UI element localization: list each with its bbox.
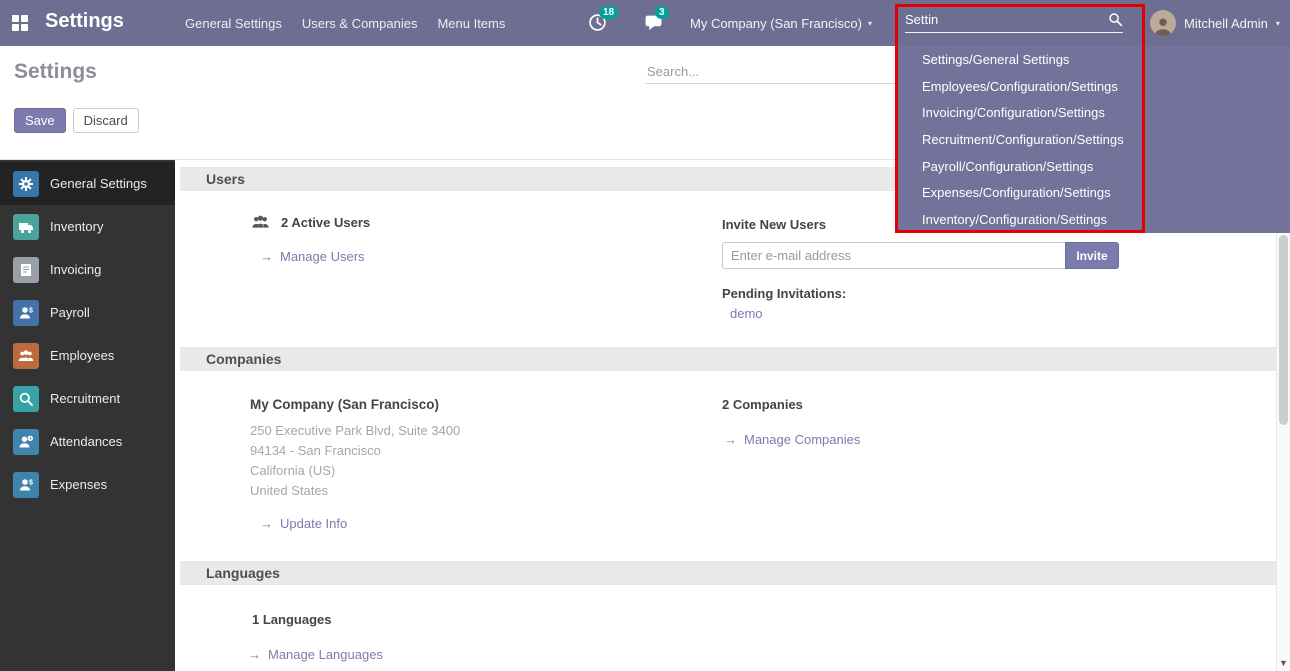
sidebar-item-label: Invoicing (50, 262, 101, 277)
attendance-person-clock-icon (13, 429, 39, 455)
settings-sidebar: General Settings Inventory Invoicing $ P… (0, 160, 175, 671)
sidebar-item-label: General Settings (50, 176, 147, 191)
sidebar-item-label: Employees (50, 348, 114, 363)
manage-users-label: Manage Users (280, 249, 365, 264)
nav-menu-users-companies[interactable]: Users & Companies (302, 16, 418, 31)
activity-count-badge: 18 (599, 6, 618, 19)
svg-text:$: $ (29, 479, 33, 486)
scroll-down-arrow[interactable]: ▼ (1277, 658, 1290, 668)
sidebar-item-label: Inventory (50, 219, 103, 234)
invite-row: Invite (722, 242, 1119, 269)
sidebar-item-invoicing[interactable]: Invoicing (0, 248, 175, 291)
company-address-line: United States (250, 481, 460, 501)
chevron-down-icon: ▾ (1276, 19, 1280, 28)
manage-companies-link[interactable]: → Manage Companies (724, 432, 860, 447)
save-button[interactable]: Save (14, 108, 66, 133)
search-icon[interactable] (1108, 12, 1123, 27)
sidebar-item-label: Attendances (50, 434, 122, 449)
search-result-item[interactable]: Inventory/Configuration/Settings (895, 206, 1290, 233)
chevron-down-icon: ▾ (868, 19, 872, 28)
search-result-item[interactable]: Recruitment/Configuration/Settings (895, 126, 1290, 153)
company-switcher-label: My Company (San Francisco) (690, 16, 862, 31)
manage-languages-label: Manage Languages (268, 647, 383, 662)
vertical-scrollbar[interactable]: ▼ (1276, 160, 1290, 671)
magnifier-icon (13, 386, 39, 412)
discard-button[interactable]: Discard (73, 108, 139, 133)
pending-invitations-label: Pending Invitations: (722, 286, 846, 301)
navbar-search (895, 0, 1145, 46)
navbar-menus: General Settings Users & Companies Menu … (185, 0, 505, 46)
avatar (1150, 10, 1176, 36)
manage-languages-link[interactable]: → Manage Languages (248, 647, 383, 662)
odoo-settings-page: Settings General Settings Users & Compan… (0, 0, 1290, 671)
sidebar-item-expenses[interactable]: $ Expenses (0, 463, 175, 506)
active-users-count: 2 Active Users (281, 215, 370, 230)
search-result-item[interactable]: Expenses/Configuration/Settings (895, 180, 1290, 207)
sidebar-item-label: Recruitment (50, 391, 120, 406)
sidebar-item-attendances[interactable]: Attendances (0, 420, 175, 463)
apps-grid-icon[interactable] (12, 15, 29, 32)
company-address-line: California (US) (250, 461, 460, 481)
user-name: Mitchell Admin (1184, 16, 1268, 31)
manage-companies-label: Manage Companies (744, 432, 860, 447)
messages-menu[interactable]: 3 (644, 13, 663, 37)
invite-new-users-label: Invite New Users (722, 217, 826, 232)
sidebar-item-recruitment[interactable]: Recruitment (0, 377, 175, 420)
nav-menu-general-settings[interactable]: General Settings (185, 16, 282, 31)
company-name: My Company (San Francisco) (250, 397, 439, 412)
users-group-icon (250, 213, 271, 231)
arrow-right-icon: → (260, 516, 273, 531)
sidebar-item-payroll[interactable]: $ Payroll (0, 291, 175, 334)
sidebar-item-label: Expenses (50, 477, 107, 492)
sidebar-item-inventory[interactable]: Inventory (0, 205, 175, 248)
section-header-companies: Companies (180, 347, 1276, 371)
search-result-item[interactable]: Invoicing/Configuration/Settings (895, 99, 1290, 126)
update-info-link[interactable]: → Update Info (260, 516, 347, 531)
active-users: 2 Active Users (250, 213, 370, 231)
page-title: Settings (14, 60, 97, 84)
manage-users-link[interactable]: → Manage Users (260, 249, 365, 264)
gear-icon (13, 171, 39, 197)
search-result-item[interactable]: Settings/General Settings (895, 46, 1290, 73)
navbar-search-input[interactable] (905, 12, 1108, 27)
expenses-person-icon: $ (13, 472, 39, 498)
invoice-document-icon (13, 257, 39, 283)
company-address-line: 250 Executive Park Blvd, Suite 3400 (250, 421, 460, 441)
arrow-right-icon: → (248, 647, 261, 662)
svg-text:$: $ (29, 307, 33, 314)
navbar-app-title[interactable]: Settings (45, 10, 124, 33)
invite-button[interactable]: Invite (1065, 242, 1119, 269)
company-switcher[interactable]: My Company (San Francisco) ▾ (690, 0, 872, 46)
companies-count: 2 Companies (722, 397, 803, 412)
sidebar-item-label: Payroll (50, 305, 90, 320)
company-address: 250 Executive Park Blvd, Suite 3400 9413… (250, 421, 460, 501)
company-address-line: 94134 - San Francisco (250, 441, 460, 461)
search-results-dropdown: Settings/General Settings Employees/Conf… (895, 46, 1290, 233)
arrow-right-icon: → (724, 432, 737, 447)
user-menu[interactable]: Mitchell Admin ▾ (1150, 0, 1280, 46)
sidebar-item-employees[interactable]: Employees (0, 334, 175, 377)
payroll-person-icon: $ (13, 300, 39, 326)
search-input[interactable] (645, 60, 895, 84)
languages-count: 1 Languages (252, 612, 331, 627)
sidebar-item-general-settings[interactable]: General Settings (0, 162, 175, 205)
settings-content: Users 2 Active Users → Manage Users Invi… (175, 160, 1276, 671)
truck-icon (13, 214, 39, 240)
arrow-right-icon: → (260, 249, 273, 264)
scrollbar-thumb[interactable] (1279, 235, 1288, 425)
search-result-item[interactable]: Payroll/Configuration/Settings (895, 153, 1290, 180)
message-count-badge: 3 (655, 6, 669, 19)
nav-menu-menu-items[interactable]: Menu Items (437, 16, 505, 31)
search-result-item[interactable]: Employees/Configuration/Settings (895, 73, 1290, 100)
update-info-label: Update Info (280, 516, 347, 531)
employees-group-icon (13, 343, 39, 369)
activity-menu[interactable]: 18 (588, 13, 607, 37)
pending-invitation-demo-link[interactable]: demo (730, 306, 763, 321)
top-navbar: Settings General Settings Users & Compan… (0, 0, 1290, 46)
section-header-languages: Languages (180, 561, 1276, 585)
invite-email-input[interactable] (722, 242, 1065, 269)
